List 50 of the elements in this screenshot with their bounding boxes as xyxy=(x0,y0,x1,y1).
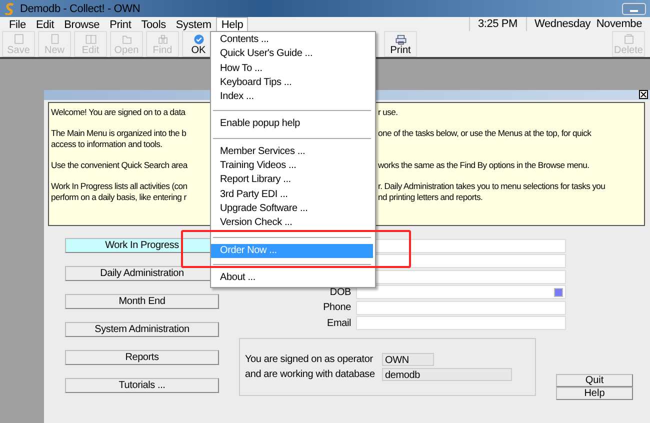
welcome-text: nd printing letters and reports. xyxy=(378,192,483,203)
sign-on-value: demodb xyxy=(382,368,512,381)
nav-button[interactable]: Reports xyxy=(65,350,219,365)
field-label: DOB xyxy=(330,286,351,298)
menu-option[interactable]: 3rd Party EDI ... xyxy=(211,188,373,202)
welcome-text: access to information and tools. xyxy=(51,139,162,150)
sign-on-label: You are signed on as operator xyxy=(245,354,374,365)
menu-option[interactable]: Report Library ... xyxy=(211,173,373,188)
menu-option[interactable]: How To ... xyxy=(211,62,373,76)
menu-option[interactable]: Training Videos ... xyxy=(211,159,373,174)
field-label: Email xyxy=(326,318,351,328)
field-label: Phone xyxy=(323,302,351,313)
minimize-icon[interactable] xyxy=(622,2,646,14)
welcome-text: one of the tasks below, or use the Menus at the top, for quick xyxy=(378,128,592,139)
welcome-text: Work In Progress lists all activities (con xyxy=(51,181,188,192)
menu-option[interactable]: Upgrade Software ... xyxy=(211,202,373,216)
welcome-text: works the same as the Find By options in the Browse menu. xyxy=(378,160,590,171)
welcome-text: The Main Menu is organized into the b xyxy=(51,128,186,139)
nav-button[interactable]: System Administration xyxy=(65,322,219,337)
sign-on-value: OWN xyxy=(382,353,434,366)
welcome-text: Use the convenient Quick Search area xyxy=(51,160,188,171)
menu-item[interactable]: Help xyxy=(216,17,248,31)
toolbar-button[interactable]: Print xyxy=(384,31,417,57)
welcome-text: r. Daily Administration takes you to menu selections for tasks you xyxy=(378,181,606,192)
menu-option[interactable]: Index ... xyxy=(211,90,373,104)
menu-option[interactable]: Keyboard Tips ... xyxy=(211,76,373,90)
app-logo-icon xyxy=(4,2,16,14)
menu-option[interactable]: Member Services ... xyxy=(211,144,373,160)
welcome-text: perform on a daily basis, like entering r xyxy=(51,192,186,203)
window-title: Demodb - Collect! - OWN xyxy=(20,2,140,14)
close-icon[interactable] xyxy=(639,90,648,99)
menu-item[interactable]: System xyxy=(170,17,216,31)
welcome-text: r use. xyxy=(378,107,398,118)
menu-option[interactable]: Enable popup help xyxy=(211,117,373,132)
sign-on-label: and are working with database xyxy=(245,369,376,380)
nav-button[interactable]: Month End xyxy=(65,294,219,309)
quit-button[interactable]: Quit xyxy=(556,374,633,387)
input-field[interactable] xyxy=(356,285,566,299)
help-button[interactable]: Help xyxy=(556,387,633,400)
menu-option[interactable]: Version Check ... xyxy=(211,216,373,231)
welcome-text: Welcome! You are signed on to a data xyxy=(51,107,186,118)
menu-item[interactable]: Browse xyxy=(59,17,105,31)
menu-item[interactable]: File xyxy=(4,17,31,31)
calendar-icon[interactable] xyxy=(554,288,563,296)
nav-button[interactable]: Tutorials ... xyxy=(65,378,219,393)
input-field[interactable] xyxy=(356,300,566,314)
menu-item[interactable]: Edit xyxy=(30,17,60,31)
menu-item[interactable]: Print xyxy=(104,17,136,31)
input-field[interactable] xyxy=(356,316,566,330)
menu-item[interactable]: Tools xyxy=(136,17,171,31)
